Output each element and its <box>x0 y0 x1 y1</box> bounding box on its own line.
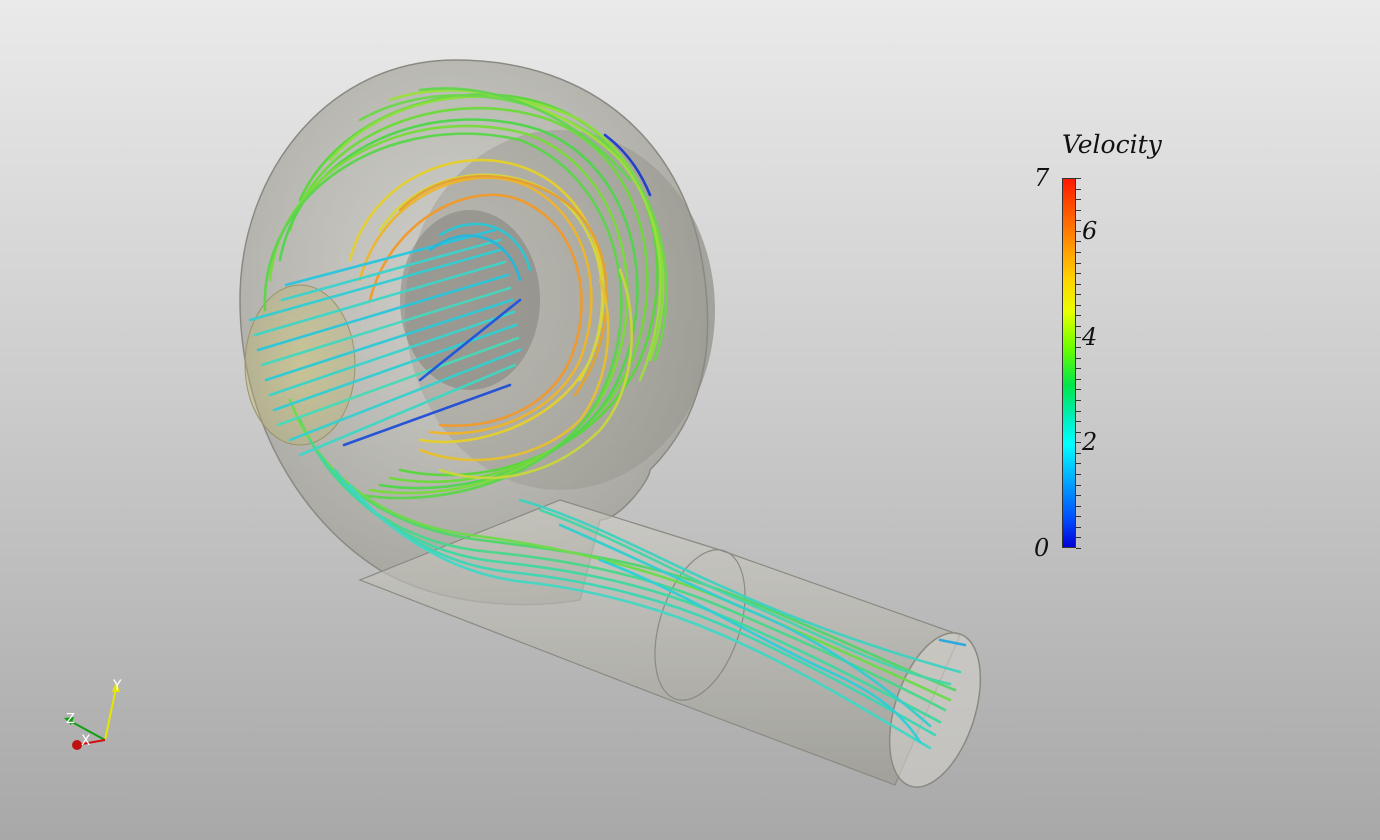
y-axis-line <box>104 687 117 741</box>
legend-minor-tick <box>1076 463 1081 464</box>
legend-tick-label: 7 <box>1034 164 1050 192</box>
legend-minor-tick <box>1076 241 1081 242</box>
legend-minor-tick <box>1076 527 1081 528</box>
legend-minor-tick <box>1076 358 1081 359</box>
legend-minor-tick <box>1076 421 1081 422</box>
color-scale-bar <box>1062 178 1076 548</box>
legend-minor-tick <box>1076 453 1081 454</box>
legend-minor-tick <box>1076 442 1081 443</box>
legend-minor-tick <box>1076 495 1081 496</box>
legend-minor-tick <box>1076 210 1081 211</box>
legend-minor-tick <box>1076 178 1081 179</box>
legend-minor-tick <box>1076 474 1081 475</box>
legend-minor-tick <box>1076 263 1081 264</box>
legend-minor-tick <box>1076 189 1081 190</box>
legend-minor-tick <box>1076 537 1081 538</box>
legend-minor-tick <box>1076 337 1081 338</box>
legend-minor-tick <box>1076 411 1081 412</box>
legend-minor-tick <box>1076 389 1081 390</box>
z-axis-label: Z <box>66 712 75 727</box>
legend-minor-tick <box>1076 379 1081 380</box>
legend-minor-tick <box>1076 506 1081 507</box>
legend-minor-tick <box>1076 548 1081 549</box>
orientation-axes: Y Z X <box>64 678 122 750</box>
render-viewport[interactable]: Velocity 7 6 4 2 0 Y Z X <box>0 0 1380 840</box>
legend-minor-tick <box>1076 485 1081 486</box>
legend-minor-tick <box>1076 326 1081 327</box>
legend-minor-tick <box>1076 273 1081 274</box>
legend-minor-tick <box>1076 220 1081 221</box>
pump-scene <box>239 59 982 788</box>
legend-minor-tick <box>1076 315 1081 316</box>
legend-tick-label: 0 <box>1034 534 1050 562</box>
x-axis-label: X <box>81 733 91 749</box>
legend-minor-tick <box>1076 400 1081 401</box>
legend-minor-tick <box>1076 516 1081 517</box>
legend-minor-tick <box>1076 368 1081 369</box>
legend-tick-label: 2 <box>1082 428 1098 457</box>
legend-tick-label: 4 <box>1082 322 1098 351</box>
legend-minor-tick <box>1076 284 1081 285</box>
legend-minor-tick <box>1076 199 1081 200</box>
legend-tick-label: 6 <box>1082 216 1098 245</box>
legend-minor-tick <box>1076 294 1081 295</box>
legend-minor-tick <box>1076 231 1081 232</box>
legend-minor-tick <box>1076 432 1081 433</box>
legend-minor-tick <box>1076 252 1081 253</box>
legend-title: Velocity <box>1062 130 1162 159</box>
legend-minor-tick <box>1076 347 1081 348</box>
legend-minor-tick <box>1076 305 1081 306</box>
y-axis-label: Y <box>112 678 122 694</box>
